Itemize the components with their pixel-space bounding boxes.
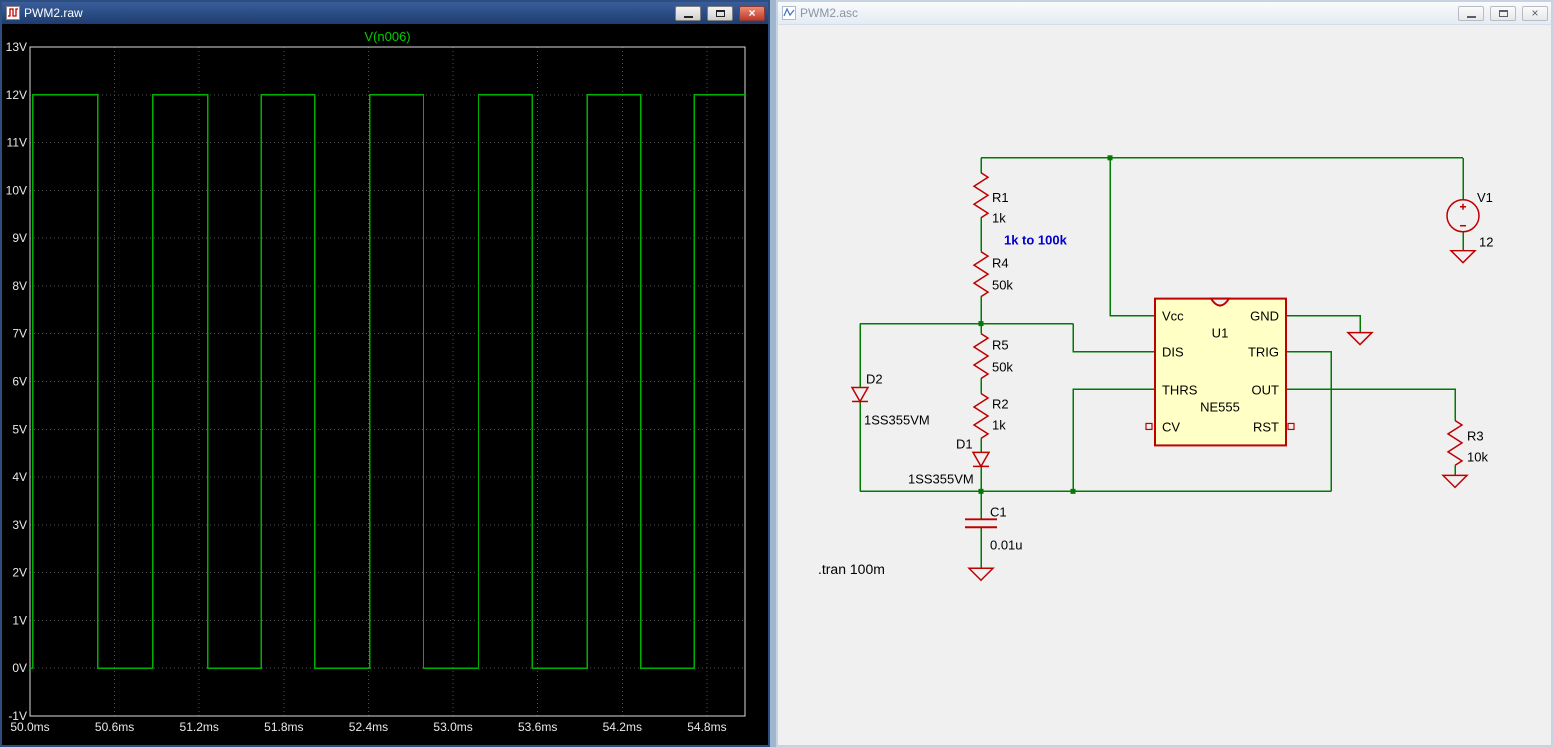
maximize-icon [716,10,725,17]
schematic-editor-pane[interactable]: R1 1k 1k to 100k R4 50k R5 50k R2 1k [778,25,1551,745]
waveform-plot-pane[interactable]: 50.0ms50.6ms51.2ms51.8ms52.4ms53.0ms53.6… [2,24,768,745]
component-value[interactable]: 1SS355VM [864,412,930,427]
resistor-R1[interactable]: R1 1k [974,173,1009,226]
schematic-window-titlebar[interactable]: PWM2.asc × [778,2,1551,25]
y-tick-label: 11V [7,136,27,150]
y-tick-label: 1V [12,613,27,627]
pin-label-trig: TRIG [1248,345,1279,360]
y-tick-label: 12V [6,88,27,102]
minimize-icon [684,16,693,18]
component-name[interactable]: R3 [1467,428,1484,443]
rst-pin-marker [1288,423,1294,429]
resistor-R2[interactable]: R2 1k [974,393,1009,438]
capacitor-C1[interactable]: C1 0.01u [965,504,1023,552]
component-value[interactable]: 0.01u [990,537,1023,552]
minimize-button[interactable] [1458,6,1484,21]
x-tick-label: 54.2ms [603,720,642,734]
diode-D2[interactable]: D2 1SS355VM [852,372,930,428]
x-tick-label: 54.8ms [687,720,726,734]
waveform-plot-area[interactable]: 50.0ms50.6ms51.2ms51.8ms52.4ms53.0ms53.6… [2,24,768,745]
pin-label-vcc: Vcc [1162,309,1184,324]
ground-icon[interactable] [1348,333,1372,345]
y-tick-label: 6V [12,375,27,389]
close-icon: × [748,7,755,20]
close-button[interactable]: × [739,6,765,21]
waveform-trace[interactable] [30,95,745,668]
component-name[interactable]: U1 [1212,326,1229,341]
schematic-canvas[interactable]: R1 1k 1k to 100k R4 50k R5 50k R2 1k [778,25,1551,745]
x-tick-label: 50.6ms [95,720,134,734]
y-tick-label: 0V [12,661,27,675]
y-tick-label: 5V [12,422,27,436]
window-title: PWM2.asc [800,6,1452,20]
pin-label-gnd: GND [1250,309,1279,324]
spice-directive[interactable]: .tran 100m [818,561,885,577]
y-tick-label: 9V [12,231,27,245]
cv-pin-marker [1146,423,1152,429]
close-icon: × [1531,7,1538,20]
component-value[interactable]: 10k [1467,449,1488,464]
y-tick-label: 7V [12,327,27,341]
component-value[interactable]: 1SS355VM [908,471,974,486]
voltage-source-V1[interactable]: V1 12 [1447,190,1493,250]
annotation-note[interactable]: 1k to 100k [1004,233,1068,248]
component-name[interactable]: R2 [992,396,1009,411]
y-tick-label: 10V [6,183,27,197]
ground-icon[interactable] [1443,475,1467,487]
waveform-window-titlebar[interactable]: PWM2.raw × [2,2,768,24]
junction-dots [979,155,1113,494]
y-tick-label: -1V [8,709,27,723]
ground-icon[interactable] [969,568,993,580]
resistor-R3[interactable]: R3 10k [1448,420,1488,465]
minimize-button[interactable] [675,6,701,21]
plot-frame [30,47,745,716]
maximize-icon [1499,10,1508,17]
schematic-file-icon [782,6,796,20]
x-tick-label: 53.6ms [518,720,557,734]
pin-label-thrs: THRS [1162,382,1198,397]
y-tick-label: 13V [6,40,27,54]
ground-icon[interactable] [1451,251,1475,263]
component-value[interactable]: 12 [1479,235,1493,250]
y-tick-label: 3V [12,518,27,532]
x-tick-label: 53.0ms [433,720,472,734]
maximize-button[interactable] [707,6,733,21]
component-value[interactable]: 50k [992,278,1013,293]
y-tick-label: 8V [12,279,27,293]
resistor-R5[interactable]: R5 50k [974,334,1013,379]
component-name[interactable]: D2 [866,372,883,387]
component-name[interactable]: C1 [990,504,1007,519]
waveform-file-icon [6,6,20,20]
component-name[interactable]: R5 [992,338,1009,353]
resistor-R4[interactable]: R4 50k [974,252,1013,297]
minimize-icon [1467,16,1476,18]
maximize-button[interactable] [1490,6,1516,21]
schematic-window: PWM2.asc × [776,0,1553,747]
pin-label-out: OUT [1252,382,1279,397]
y-tick-label: 4V [12,470,27,484]
x-tick-label: 51.2ms [180,720,219,734]
pin-label-cv: CV [1162,419,1180,434]
trace-name-label[interactable]: V(n006) [364,29,410,44]
close-button[interactable]: × [1522,6,1548,21]
pin-label-rst: RST [1253,419,1279,434]
diode-D1[interactable]: D1 1SS355VM [908,436,989,486]
window-title: PWM2.raw [24,6,669,20]
component-name[interactable]: R4 [992,256,1009,271]
component-value[interactable]: 50k [992,360,1013,375]
waveform-window: PWM2.raw × 50.0ms50.6ms51.2ms51.8ms52.4m… [0,0,770,747]
x-tick-label: 52.4ms [349,720,388,734]
timer-ic-U1[interactable]: Vcc DIS THRS CV GND TRIG OUT RST U1 NE55… [1146,299,1294,446]
component-name[interactable]: V1 [1477,190,1493,205]
component-name[interactable]: R1 [992,190,1009,205]
component-value[interactable]: 1k [992,417,1006,432]
pin-label-dis: DIS [1162,345,1184,360]
x-tick-label: 51.8ms [264,720,303,734]
component-value[interactable]: 1k [992,211,1006,226]
component-type[interactable]: NE555 [1200,399,1240,414]
component-name[interactable]: D1 [956,436,973,451]
y-tick-label: 2V [12,566,27,580]
